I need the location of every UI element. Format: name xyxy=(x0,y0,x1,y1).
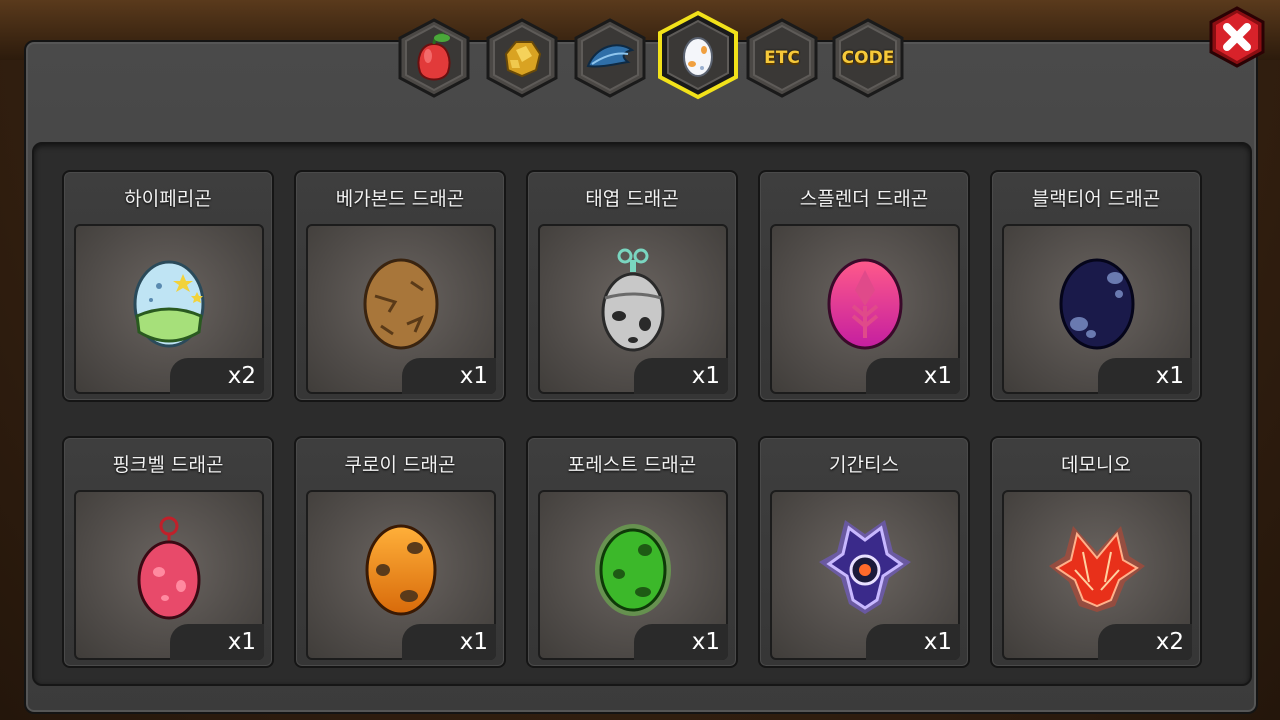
item-quantity: x1 xyxy=(866,358,960,394)
item-name: 데모니오 xyxy=(1061,454,1131,476)
item-card[interactable]: 쿠로이 드래곤 x1 xyxy=(294,436,506,668)
item-quantity: x1 xyxy=(634,358,728,394)
blacktear-egg-icon xyxy=(1059,258,1135,350)
item-card[interactable]: 블랙티어 드래곤 x1 xyxy=(990,170,1202,402)
item-name: 태엽 드래곤 xyxy=(585,188,679,210)
clockwork-egg-icon xyxy=(601,248,665,352)
tab-ore[interactable] xyxy=(482,16,562,100)
vagabond-egg-icon xyxy=(363,258,439,350)
item-slot: x1 xyxy=(1002,224,1192,394)
item-name: 포레스트 드래곤 xyxy=(567,454,697,476)
item-name: 핑크벨 드래곤 xyxy=(112,454,224,476)
item-name: 스플렌더 드래곤 xyxy=(799,188,929,210)
item-slot: x1 xyxy=(770,224,960,394)
ore-icon xyxy=(504,41,542,78)
kuroi-egg-icon xyxy=(365,524,437,616)
item-quantity: x1 xyxy=(1098,358,1192,394)
item-name: 쿠로이 드래곤 xyxy=(344,454,456,476)
tab-feather[interactable] xyxy=(570,16,650,100)
splendor-egg-icon xyxy=(827,258,903,350)
item-name: 블랙티어 드래곤 xyxy=(1031,188,1161,210)
forest-egg-icon xyxy=(595,524,671,616)
category-tabs: ETC CODE xyxy=(392,8,912,100)
item-card[interactable]: 스플렌더 드래곤 x1 xyxy=(758,170,970,402)
tab-code-label: CODE xyxy=(841,48,895,68)
tab-fruit[interactable] xyxy=(394,16,474,100)
feather-icon xyxy=(586,44,635,68)
item-slot: x1 xyxy=(74,490,264,660)
item-slot: x2 xyxy=(1002,490,1192,660)
item-name: 베가본드 드래곤 xyxy=(335,188,465,210)
item-slot: x1 xyxy=(306,490,496,660)
item-card[interactable]: 데모니오 x2 xyxy=(990,436,1202,668)
egg-icon xyxy=(683,37,713,77)
tab-egg[interactable] xyxy=(656,10,740,100)
tab-etc-label: ETC xyxy=(764,48,800,68)
item-quantity: x1 xyxy=(402,624,496,660)
item-slot: x1 xyxy=(538,490,728,660)
demonio-emblem-icon xyxy=(1049,526,1145,612)
item-card[interactable]: 베가본드 드래곤 x1 xyxy=(294,170,506,402)
item-name: 기간티스 xyxy=(829,454,899,476)
item-slot: x1 xyxy=(306,224,496,394)
item-card[interactable]: 핑크벨 드래곤 x1 xyxy=(62,436,274,668)
item-name: 하이페리곤 xyxy=(124,188,212,210)
item-slot: x1 xyxy=(538,224,728,394)
item-quantity: x1 xyxy=(402,358,496,394)
tab-etc[interactable]: ETC xyxy=(742,16,822,100)
item-quantity: x1 xyxy=(170,624,264,660)
gigantis-emblem-icon xyxy=(819,520,911,614)
item-card[interactable]: 포레스트 드래곤 x1 xyxy=(526,436,738,668)
item-quantity: x2 xyxy=(1098,624,1192,660)
close-icon xyxy=(1209,6,1265,68)
tab-code[interactable]: CODE xyxy=(828,16,908,100)
item-card[interactable]: 하이페리곤 x2 xyxy=(62,170,274,402)
pinkbell-egg-icon xyxy=(137,516,201,620)
item-slot: x1 xyxy=(770,490,960,660)
item-quantity: x1 xyxy=(866,624,960,660)
fruit-icon xyxy=(417,32,451,81)
item-card[interactable]: 태엽 드래곤 x1 xyxy=(526,170,738,402)
item-quantity: x2 xyxy=(170,358,264,394)
item-slot: x2 xyxy=(74,224,264,394)
item-quantity: x1 xyxy=(634,624,728,660)
hyperigon-egg-icon xyxy=(133,260,205,348)
close-button[interactable] xyxy=(1206,6,1268,68)
item-card[interactable]: 기간티스 x1 xyxy=(758,436,970,668)
